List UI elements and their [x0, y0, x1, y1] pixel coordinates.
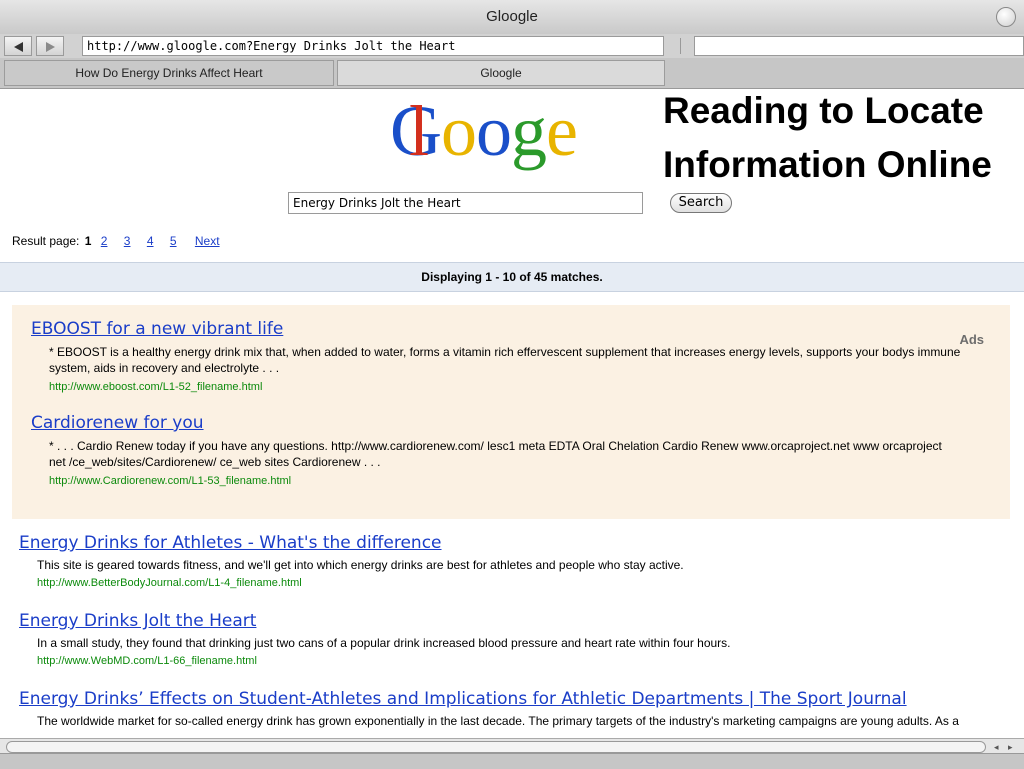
ad-snippet: * EBOOST is a healthy energy drink mix t… [49, 345, 961, 375]
pager-next-link[interactable]: Next [195, 234, 220, 248]
ad-item: EBOOST for a new vibrant life * EBOOST i… [31, 319, 961, 393]
scroll-right-icon[interactable]: ▸ [1008, 742, 1013, 753]
forward-button[interactable] [36, 36, 64, 56]
pager-page-4[interactable]: 4 [147, 234, 154, 248]
result-title-link[interactable]: Energy Drinks for Athletes - What's the … [19, 533, 979, 553]
back-button[interactable] [4, 36, 32, 56]
ads-panel: Ads EBOOST for a new vibrant life * EBOO… [12, 305, 1010, 519]
result-title-link[interactable]: Energy Drinks Jolt the Heart [19, 611, 979, 631]
search-input[interactable]: Energy Drinks Jolt the Heart [288, 192, 643, 214]
horizontal-scrollbar[interactable]: ◂ ▸ [0, 738, 1024, 754]
window-zoom-button[interactable] [996, 7, 1016, 27]
slide-caption-line2: Information Online [663, 144, 992, 185]
pager-page-5[interactable]: 5 [170, 234, 177, 248]
search-result: Energy Drinks Jolt the Heart In a small … [19, 611, 979, 667]
result-snippet: In a small study, they found that drinki… [37, 636, 731, 650]
search-result: Energy Drinks’ Effects on Student-Athlet… [19, 689, 979, 731]
result-snippet: The worldwide market for so-called energ… [37, 714, 959, 731]
back-arrow-icon [14, 42, 23, 52]
forward-arrow-icon [46, 42, 55, 52]
window-title: Gloogle [486, 8, 538, 25]
ad-title-link[interactable]: Cardiorenew for you [31, 413, 961, 433]
ad-title-link[interactable]: EBOOST for a new vibrant life [31, 319, 961, 339]
results-summary: Displaying 1 - 10 of 45 matches. [0, 262, 1024, 292]
toolbar-divider [680, 38, 681, 54]
browser-toolbar: http://www.gloogle.com?Energy Drinks Jol… [0, 34, 1024, 58]
pager-current-page: 1 [84, 234, 92, 248]
scrollbar-track[interactable] [6, 741, 986, 753]
result-snippet: This site is geared towards fitness, and… [37, 558, 684, 572]
result-url: http://www.BetterBodyJournal.com/L1-4_fi… [37, 577, 302, 589]
result-url: http://www.WebMD.com/L1-66_filename.html [37, 655, 257, 667]
search-button[interactable]: Search [670, 193, 732, 213]
slide-caption: Reading to Locate Information Online [663, 84, 992, 192]
address-bar[interactable]: http://www.gloogle.com?Energy Drinks Jol… [82, 36, 664, 56]
ad-item: Cardiorenew for you * . . . Cardio Renew… [31, 413, 961, 487]
gloogle-logo: Gl oog l e [390, 91, 578, 171]
slide-caption-line1: Reading to Locate [663, 90, 984, 131]
tab-gloogle[interactable]: Gloogle [337, 60, 665, 86]
ad-url: http://www.eboost.com/L1-52_filename.htm… [49, 381, 263, 393]
status-bar [0, 753, 1024, 769]
result-pager: Result page: 1 2 3 4 5 Next [12, 234, 220, 248]
pager-label: Result page: [12, 234, 80, 248]
browser-search-field[interactable] [694, 36, 1024, 56]
pager-page-3[interactable]: 3 [124, 234, 131, 248]
ad-snippet: * . . . Cardio Renew today if you have a… [49, 439, 942, 469]
result-title-link[interactable]: Energy Drinks’ Effects on Student-Athlet… [19, 689, 979, 709]
ads-label: Ads [959, 332, 984, 347]
pager-page-2[interactable]: 2 [101, 234, 108, 248]
ad-url: http://www.Cardiorenew.com/L1-53_filenam… [49, 475, 292, 487]
tab-energy-drinks-heart[interactable]: How Do Energy Drinks Affect Heart [4, 60, 334, 86]
search-result: Energy Drinks for Athletes - What's the … [19, 533, 979, 589]
scroll-left-icon[interactable]: ◂ [994, 742, 999, 753]
window-titlebar: Gloogle [0, 0, 1024, 35]
